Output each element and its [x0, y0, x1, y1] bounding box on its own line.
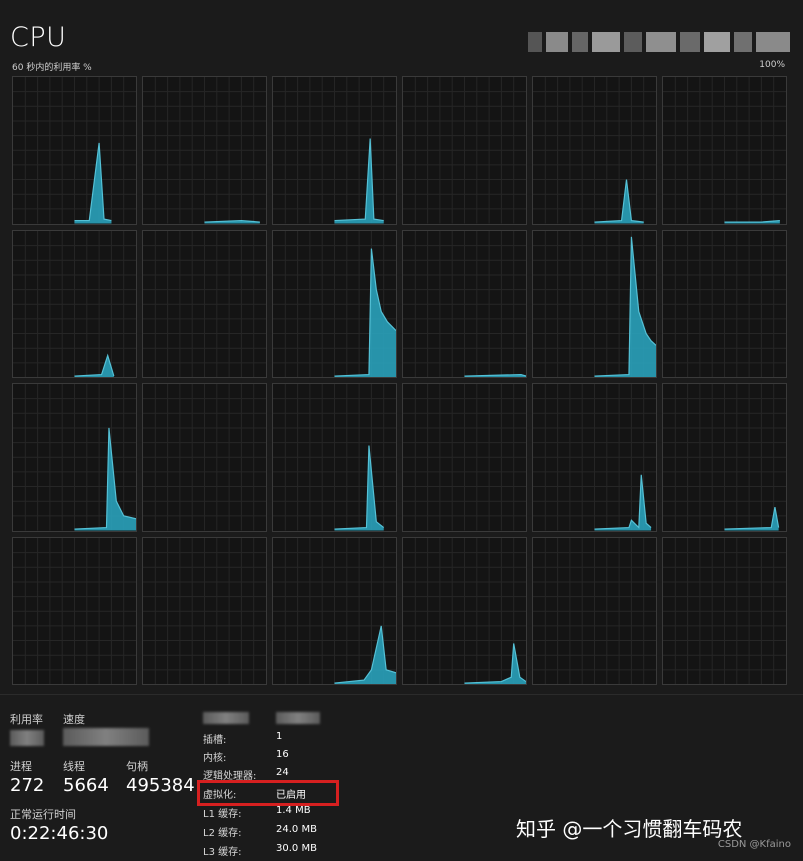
- core-graph-9: [402, 229, 527, 378]
- core-graph-6: [12, 229, 137, 378]
- core-graph-svg: [403, 384, 526, 531]
- info-value-l3-cache: 30.0 MB: [276, 843, 317, 854]
- core-graph-svg: [143, 384, 266, 531]
- handles-value: 495384: [126, 775, 195, 796]
- core-graph-svg: [13, 77, 136, 224]
- cpu-model-name-pixelated: [528, 32, 790, 52]
- info-key-cores: 内核:: [203, 753, 227, 764]
- utilization-line: [74, 427, 136, 530]
- info-value-sockets: 1: [276, 731, 283, 742]
- info-key-l1-cache: L1 缓存:: [203, 809, 242, 820]
- core-graph-svg: [663, 77, 786, 224]
- core-graph-svg: [13, 230, 136, 377]
- core-graph-svg: [533, 77, 656, 224]
- base-speed-label-blurred: [203, 712, 249, 724]
- cpu-core-graphs: [12, 76, 787, 685]
- utilization-area: [74, 142, 112, 224]
- core-graph-11: [662, 229, 787, 378]
- core-graph-12: [12, 383, 137, 532]
- graph-max-label: 100%: [759, 60, 785, 70]
- core-graph-svg: [13, 384, 136, 531]
- utilization-area: [724, 507, 779, 531]
- processes-label: 进程: [10, 760, 32, 773]
- core-graph-svg: [273, 537, 396, 684]
- uptime-value: 0:22:46:30: [10, 823, 109, 844]
- graph-caption: 60 秒内的利用率 %: [12, 63, 92, 73]
- core-graph-svg: [273, 77, 396, 224]
- core-graph-svg: [273, 230, 396, 377]
- core-graph-svg: [403, 230, 526, 377]
- page-title: CPU: [10, 22, 67, 53]
- info-value-l2-cache: 24.0 MB: [276, 824, 317, 835]
- utilization-area: [74, 355, 114, 377]
- core-graph-17: [662, 383, 787, 532]
- core-graph-svg: [143, 77, 266, 224]
- virtualization-highlight-box: [197, 780, 339, 806]
- utilization-area: [594, 236, 656, 377]
- core-graph-svg: [13, 537, 136, 684]
- core-graph-18: [12, 536, 137, 685]
- utilization-label: 利用率: [10, 713, 43, 726]
- processes-value: 272: [10, 775, 45, 796]
- core-graph-svg: [403, 77, 526, 224]
- watermark-csdn: CSDN @Kfaino: [717, 839, 791, 850]
- core-graph-svg: [533, 537, 656, 684]
- core-graph-3: [402, 76, 527, 225]
- uptime-label: 正常运行时间: [10, 808, 76, 821]
- core-graph-svg: [143, 537, 266, 684]
- divider: [0, 694, 803, 695]
- core-graph-svg: [403, 537, 526, 684]
- core-graph-8: [272, 229, 397, 378]
- info-key-sockets: 插槽:: [203, 735, 227, 746]
- core-graph-19: [142, 536, 267, 685]
- info-key-l2-cache: L2 缓存:: [203, 828, 242, 839]
- core-graph-10: [532, 229, 657, 378]
- core-graph-14: [272, 383, 397, 532]
- core-graph-20: [272, 536, 397, 685]
- info-value-logical-processors: 24: [276, 767, 289, 778]
- core-graph-svg: [663, 537, 786, 684]
- core-graph-0: [12, 76, 137, 225]
- core-graph-svg: [663, 384, 786, 531]
- info-value-l1-cache: 1.4 MB: [276, 805, 311, 816]
- core-graph-16: [532, 383, 657, 532]
- core-graph-svg: [143, 230, 266, 377]
- handles-label: 句柄: [126, 760, 148, 773]
- core-graph-23: [662, 536, 787, 685]
- utilization-area: [334, 248, 396, 377]
- info-value-cores: 16: [276, 749, 289, 760]
- info-key-l3-cache: L3 缓存:: [203, 847, 242, 858]
- core-graph-4: [532, 76, 657, 225]
- core-graph-svg: [273, 384, 396, 531]
- base-speed-value-blurred: [276, 712, 320, 724]
- utilization-area: [464, 642, 526, 684]
- core-graph-5: [662, 76, 787, 225]
- watermark-zhihu: 知乎 @一个习惯翻车码农: [516, 817, 743, 841]
- core-graph-21: [402, 536, 527, 685]
- core-graph-1: [142, 76, 267, 225]
- core-graph-22: [532, 536, 657, 685]
- core-graph-svg: [533, 384, 656, 531]
- speed-label: 速度: [63, 713, 85, 726]
- core-graph-13: [142, 383, 267, 532]
- core-graph-7: [142, 229, 267, 378]
- core-graph-2: [272, 76, 397, 225]
- utilization-line: [724, 506, 780, 530]
- speed-value-blurred: [63, 728, 149, 746]
- core-graph-svg: [533, 230, 656, 377]
- utilization-area: [74, 427, 136, 531]
- utilization-line: [724, 219, 780, 223]
- utilization-value-blurred: [10, 730, 44, 746]
- core-graph-svg: [663, 230, 786, 377]
- threads-label: 线程: [63, 760, 85, 773]
- core-graph-15: [402, 383, 527, 532]
- threads-value: 5664: [63, 775, 109, 796]
